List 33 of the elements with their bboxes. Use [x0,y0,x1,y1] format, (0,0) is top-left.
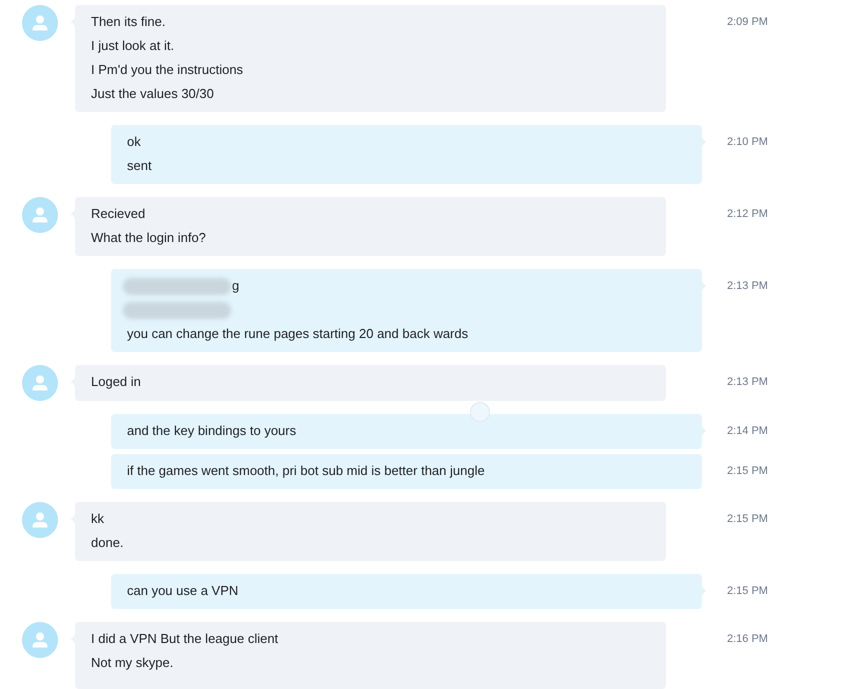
message-text: Recieved [91,205,146,223]
user-avatar-icon [22,365,58,401]
message-text: can you use a VPN [127,582,240,600]
message-text: Just the values 30/30 [91,85,215,103]
user-avatar-icon [22,197,58,233]
user-avatar-icon [22,502,58,538]
message-text: done. [91,534,125,552]
timestamp: 2:14 PM [727,424,768,439]
message-text: I just look at it. [91,37,176,55]
timestamp: 2:13 PM [727,279,768,294]
timestamp: 2:15 PM [727,512,768,527]
message-text: kk [91,510,105,528]
message-text: I did a VPN But the league client [91,630,280,648]
message-text: Loged in [91,373,142,391]
message-text: I Pm'd you the instructions [91,61,244,79]
timestamp: 2:16 PM [727,632,768,647]
timestamp: 2:13 PM [727,375,768,390]
message-text: if the games went smooth, pri bot sub mid is better than jungle [127,462,486,480]
timestamp: 2:15 PM [727,464,768,479]
user-avatar-icon [22,622,58,658]
message-text: you can change the rune pages starting 20 and back wards [127,325,470,343]
message-text: g [232,277,240,295]
user-avatar-icon [22,5,58,41]
message-text: ok [127,133,142,151]
message-text: Then its fine. [91,13,166,31]
timestamp: 2:15 PM [727,584,768,599]
timestamp: 2:09 PM [727,15,768,30]
message-text: Not my skype. [91,654,174,672]
message-text: sent [127,157,153,175]
timestamp: 2:10 PM [727,135,768,150]
message-text: and the key bindings to yours [127,422,298,440]
timestamp: 2:12 PM [727,207,768,222]
message-text: What the login info? [91,229,207,247]
